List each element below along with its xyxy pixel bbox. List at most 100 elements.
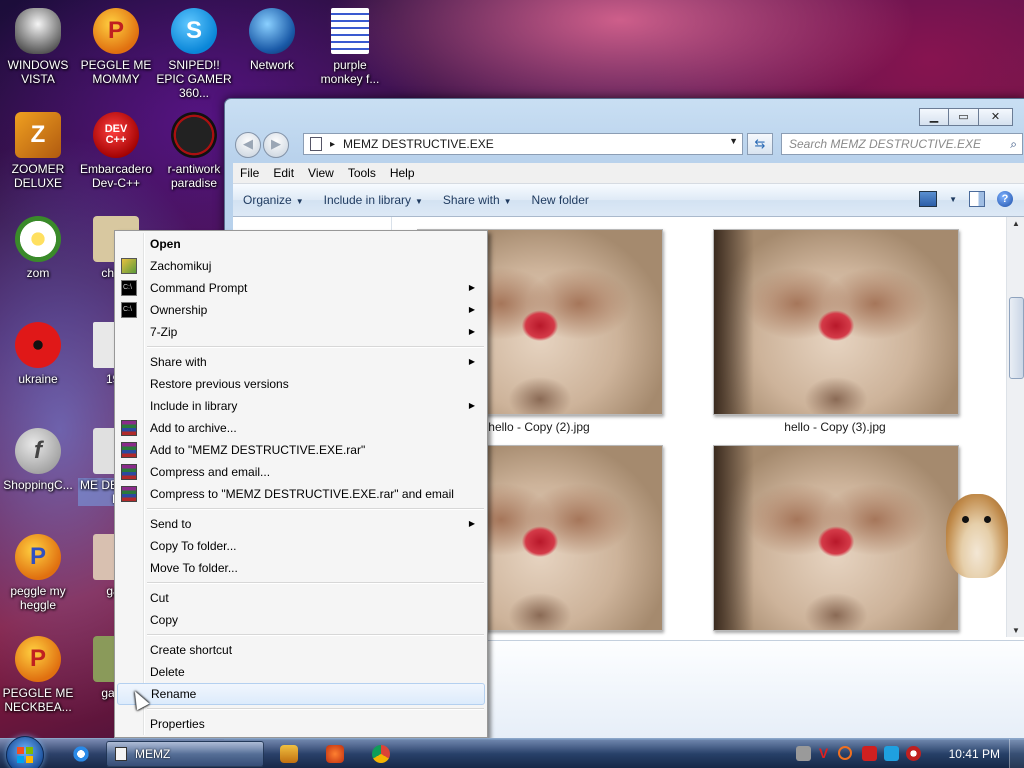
desktop-icon-zoomer-deluxe[interactable]: Z ZOOMER DELUXE — [0, 112, 76, 190]
menu-item-send-to[interactable]: Send to ▶ — [117, 513, 485, 535]
show-desktop-button[interactable] — [1009, 739, 1024, 768]
menu-item-properties[interactable]: Properties — [117, 713, 485, 735]
menu-item-zachomikuj[interactable]: Zachomikuj — [117, 255, 485, 277]
desktop-icon-purple-monkey[interactable]: purple monkey f... — [312, 8, 388, 86]
menu-item-label: 7-Zip — [150, 325, 178, 339]
address-dropdown-icon[interactable]: ▼ — [729, 136, 738, 146]
menu-view[interactable]: View — [301, 166, 341, 180]
menu-item-label: Ownership — [150, 303, 208, 317]
forward-button[interactable]: ▶ — [263, 132, 289, 158]
context-menu[interactable]: Open Zachomikuj C:\ Command Prompt ▶ C:\ Owner… — [114, 230, 488, 738]
menu-edit[interactable]: Edit — [266, 166, 301, 180]
antiwork-icon — [171, 112, 217, 158]
help-icon[interactable]: ? — [997, 191, 1013, 207]
menu-item-label: Include in library — [150, 399, 238, 413]
menu-help[interactable]: Help — [383, 166, 422, 180]
back-button[interactable]: ◀ — [235, 132, 261, 158]
menu-separator — [147, 346, 484, 348]
menu-item-add-to-archive[interactable]: Add to archive... — [117, 417, 485, 439]
menu-item-cut[interactable]: Cut — [117, 587, 485, 609]
submenu-arrow-icon: ▶ — [468, 283, 475, 292]
search-input[interactable]: Search MEMZ DESTRUCTIVE.EXE ⌕ — [781, 133, 1023, 155]
search-icon[interactable]: ⌕ — [1010, 134, 1017, 154]
taskbar-item-label: MEMZ DESTRUCTIVE... — [135, 747, 171, 761]
change-view-icon[interactable] — [919, 191, 938, 207]
media-player-icon[interactable] — [280, 745, 298, 763]
desktop-icon-label: zom — [26, 266, 50, 280]
desktop-icon-peggle-me-neckbea[interactable]: P PEGGLE ME NECKBEA... — [0, 636, 76, 714]
desktop-icon-label: Embarcadero Dev-C++ — [79, 162, 153, 190]
share-with-button[interactable]: Share with ▼ — [433, 193, 522, 207]
tray-v-icon[interactable]: V — [816, 746, 831, 761]
navigation-bar: ◀ ▶ ▸ MEMZ DESTRUCTIVE.EXE ▼ ⇆ Search ME… — [233, 129, 1023, 159]
desktop-icon-label: purple monkey f... — [320, 58, 380, 86]
menu-item-ownership[interactable]: C:\ Ownership ▶ — [117, 299, 485, 321]
menu-separator — [147, 708, 484, 710]
menu-file[interactable]: File — [233, 166, 266, 180]
menu-item-delete[interactable]: Delete — [117, 661, 485, 683]
menu-item-create-shortcut[interactable]: Create shortcut — [117, 639, 485, 661]
desktop-icon-sniped[interactable]: S SNIPED!! EPIC GAMER 360... — [156, 8, 232, 100]
desktop-icon-zom[interactable]: zom — [0, 216, 76, 280]
scroll-up-icon[interactable]: ▲ — [1007, 219, 1024, 228]
desktop-icon-windows-vista[interactable]: WINDOWS VISTA — [0, 8, 76, 86]
minimize-button[interactable]: ▁ — [919, 108, 949, 126]
menu-item-restore-previous-versions[interactable]: Restore previous versions — [117, 373, 485, 395]
clock[interactable]: 10:41 PM — [949, 739, 1000, 768]
menu-item-compress-to-memz-destructive-exe-rar-and-email[interactable]: Compress to "MEMZ DESTRUCTIVE.EXE.rar" a… — [117, 483, 485, 505]
file-thumbnail[interactable] — [713, 229, 959, 415]
menu-item-move-to-folder[interactable]: Move To folder... — [117, 557, 485, 579]
menu-item-copy-to-folder[interactable]: Copy To folder... — [117, 535, 485, 557]
chevron-down-icon[interactable]: ▼ — [949, 195, 957, 204]
desktop-icon-peggle-me-mommy[interactable]: P PEGGLE ME MOMMY — [78, 8, 154, 86]
chrome-icon[interactable] — [372, 745, 390, 763]
menu-item-compress-and-email[interactable]: Compress and email... — [117, 461, 485, 483]
scroll-down-icon[interactable]: ▼ — [1007, 626, 1024, 635]
menu-item-command-prompt[interactable]: C:\ Command Prompt ▶ — [117, 277, 485, 299]
menu-tools[interactable]: Tools — [341, 166, 383, 180]
monitor-icon[interactable] — [884, 746, 899, 761]
tray-app-icon[interactable] — [796, 746, 811, 761]
menu-item-7-zip[interactable]: 7-Zip ▶ — [117, 321, 485, 343]
desktop-icon-r-antiwork[interactable]: r-antiwork paradise — [156, 112, 232, 190]
menu-item-open[interactable]: Open — [117, 233, 485, 255]
desktop-icon-label: ShoppingC... — [3, 478, 73, 492]
new-folder-button[interactable]: New folder — [522, 193, 599, 207]
hamster-icon — [938, 478, 1018, 578]
file-thumbnail[interactable] — [713, 445, 959, 631]
taskbar-item-memz-destructive[interactable]: MEMZ DESTRUCTIVE... — [106, 741, 264, 767]
desktop-icon-label: PEGGLE ME NECKBEA... — [2, 686, 74, 714]
volume-icon[interactable] — [906, 746, 921, 761]
scrollbar-thumb[interactable] — [1009, 297, 1024, 379]
menu-item-rename[interactable]: Rename — [117, 683, 485, 705]
refresh-button[interactable]: ⇆ — [747, 133, 773, 155]
internet-explorer-icon[interactable] — [72, 745, 90, 763]
maximize-button[interactable]: ▭ — [949, 108, 979, 126]
address-bar[interactable]: ▸ MEMZ DESTRUCTIVE.EXE ▼ — [303, 133, 743, 155]
close-button[interactable]: ✕ — [979, 108, 1013, 126]
menu-item-share-with[interactable]: Share with ▶ — [117, 351, 485, 373]
paint-icon[interactable] — [326, 745, 344, 763]
menu-item-include-in-library[interactable]: Include in library ▶ — [117, 395, 485, 417]
hamster-eye — [962, 516, 969, 523]
menu-separator — [147, 582, 484, 584]
flag-icon[interactable] — [862, 746, 877, 761]
desktop-icon-network[interactable]: Network — [234, 8, 310, 72]
desktop-icon-peggle-my-heggle[interactable]: P peggle my heggle — [0, 534, 76, 612]
file-name[interactable]: hello - Copy (3).jpg — [713, 420, 957, 434]
menu-item-copy[interactable]: Copy — [117, 609, 485, 631]
submenu-arrow-icon: ▶ — [468, 357, 475, 366]
organize-button[interactable]: Organize ▼ — [233, 193, 314, 207]
include-in-library-button[interactable]: Include in library ▼ — [314, 193, 433, 207]
winrar-icon — [121, 486, 137, 502]
menu-item-add-to-memz-destructive-exe-rar[interactable]: Add to "MEMZ DESTRUCTIVE.EXE.rar" — [117, 439, 485, 461]
tray-search-icon[interactable] — [838, 746, 852, 760]
desktop-icon-label: ukraine — [18, 372, 58, 386]
start-button[interactable] — [6, 736, 44, 768]
desktop-icon-shopping[interactable]: f ShoppingC... — [0, 428, 76, 492]
desktop-icon-embarcadero-devcpp[interactable]: DEV C++ Embarcadero Dev-C++ — [78, 112, 154, 190]
skype-icon: S — [171, 8, 217, 54]
preview-pane-icon[interactable] — [969, 191, 985, 207]
desktop-icon-ukraine[interactable]: ukraine — [0, 322, 76, 386]
zoomer-icon: Z — [15, 112, 61, 158]
